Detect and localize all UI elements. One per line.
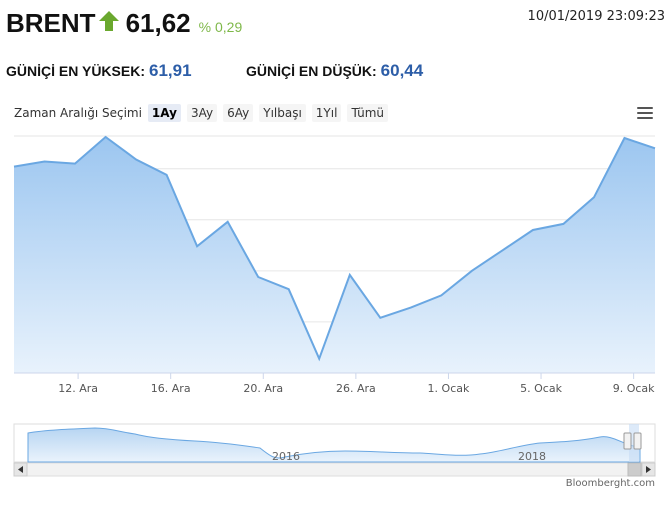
navigator-label-2016: 2016 xyxy=(272,450,300,463)
navigator-right-handle[interactable] xyxy=(633,432,642,450)
change-percent: % 0,29 xyxy=(198,18,243,35)
daily-high-label: GÜNİÇİ EN YÜKSEK: xyxy=(6,63,145,79)
hamburger-icon[interactable] xyxy=(637,107,653,121)
range-button-1yil[interactable]: 1Yıl xyxy=(311,104,342,122)
scroll-thumb[interactable] xyxy=(627,462,642,477)
symbol-label: BRENT xyxy=(6,8,96,38)
x-tick-label: 5. Ocak xyxy=(520,382,562,395)
range-selector-label: Zaman Aralığı Seçimi xyxy=(14,106,142,120)
x-tick-label: 9. Ocak xyxy=(613,382,655,395)
daily-low: GÜNİÇİ EN DÜŞÜK: 60,44 xyxy=(246,61,423,81)
navigator[interactable]: 2016 2018 xyxy=(13,423,656,463)
x-tick-label: 20. Ara xyxy=(243,382,283,395)
daily-high-value: 61,91 xyxy=(148,61,192,80)
daily-high: GÜNİÇİ EN YÜKSEK: 61,91 xyxy=(6,61,192,81)
x-tick-label: 16. Ara xyxy=(151,382,191,395)
scrollbar[interactable] xyxy=(13,462,656,477)
range-button-all[interactable]: Tümü xyxy=(347,104,389,122)
quote-title: BRENT 61,62 % 0,29 xyxy=(6,8,242,39)
daily-low-label: GÜNİÇİ EN DÜŞÜK: xyxy=(246,63,377,79)
chart-credit: Bloomberght.com xyxy=(565,478,655,489)
navigator-left-handle[interactable] xyxy=(623,432,632,450)
navigator-label-2018: 2018 xyxy=(518,450,546,463)
x-tick-label: 12. Ara xyxy=(58,382,98,395)
daily-low-value: 60,44 xyxy=(380,61,424,80)
range-button-6ay[interactable]: 6Ay xyxy=(223,104,254,122)
chart: 5052.55557.560 12. Ara16. Ara20. Ara26. … xyxy=(13,135,656,477)
timestamp: 10/01/2019 23:09:23 xyxy=(527,9,665,24)
range-selector: Zaman Aralığı Seçimi 1Ay 3Ay 6Ay Yılbaşı… xyxy=(14,104,394,122)
up-arrow-icon xyxy=(98,8,120,39)
range-button-3ay[interactable]: 3Ay xyxy=(186,104,218,122)
price-value: 61,62 xyxy=(125,8,191,38)
x-tick-label: 26. Ara xyxy=(336,382,376,395)
x-tick-label: 1. Ocak xyxy=(428,382,470,395)
x-axis-ticks: 12. Ara 16. Ara 20. Ara 26. Ara 1. Ocak 5. Oc… xyxy=(58,373,655,395)
range-button-1ay[interactable]: 1Ay xyxy=(147,104,181,122)
price-area xyxy=(14,137,655,373)
range-button-ytd[interactable]: Yılbaşı xyxy=(259,104,306,122)
